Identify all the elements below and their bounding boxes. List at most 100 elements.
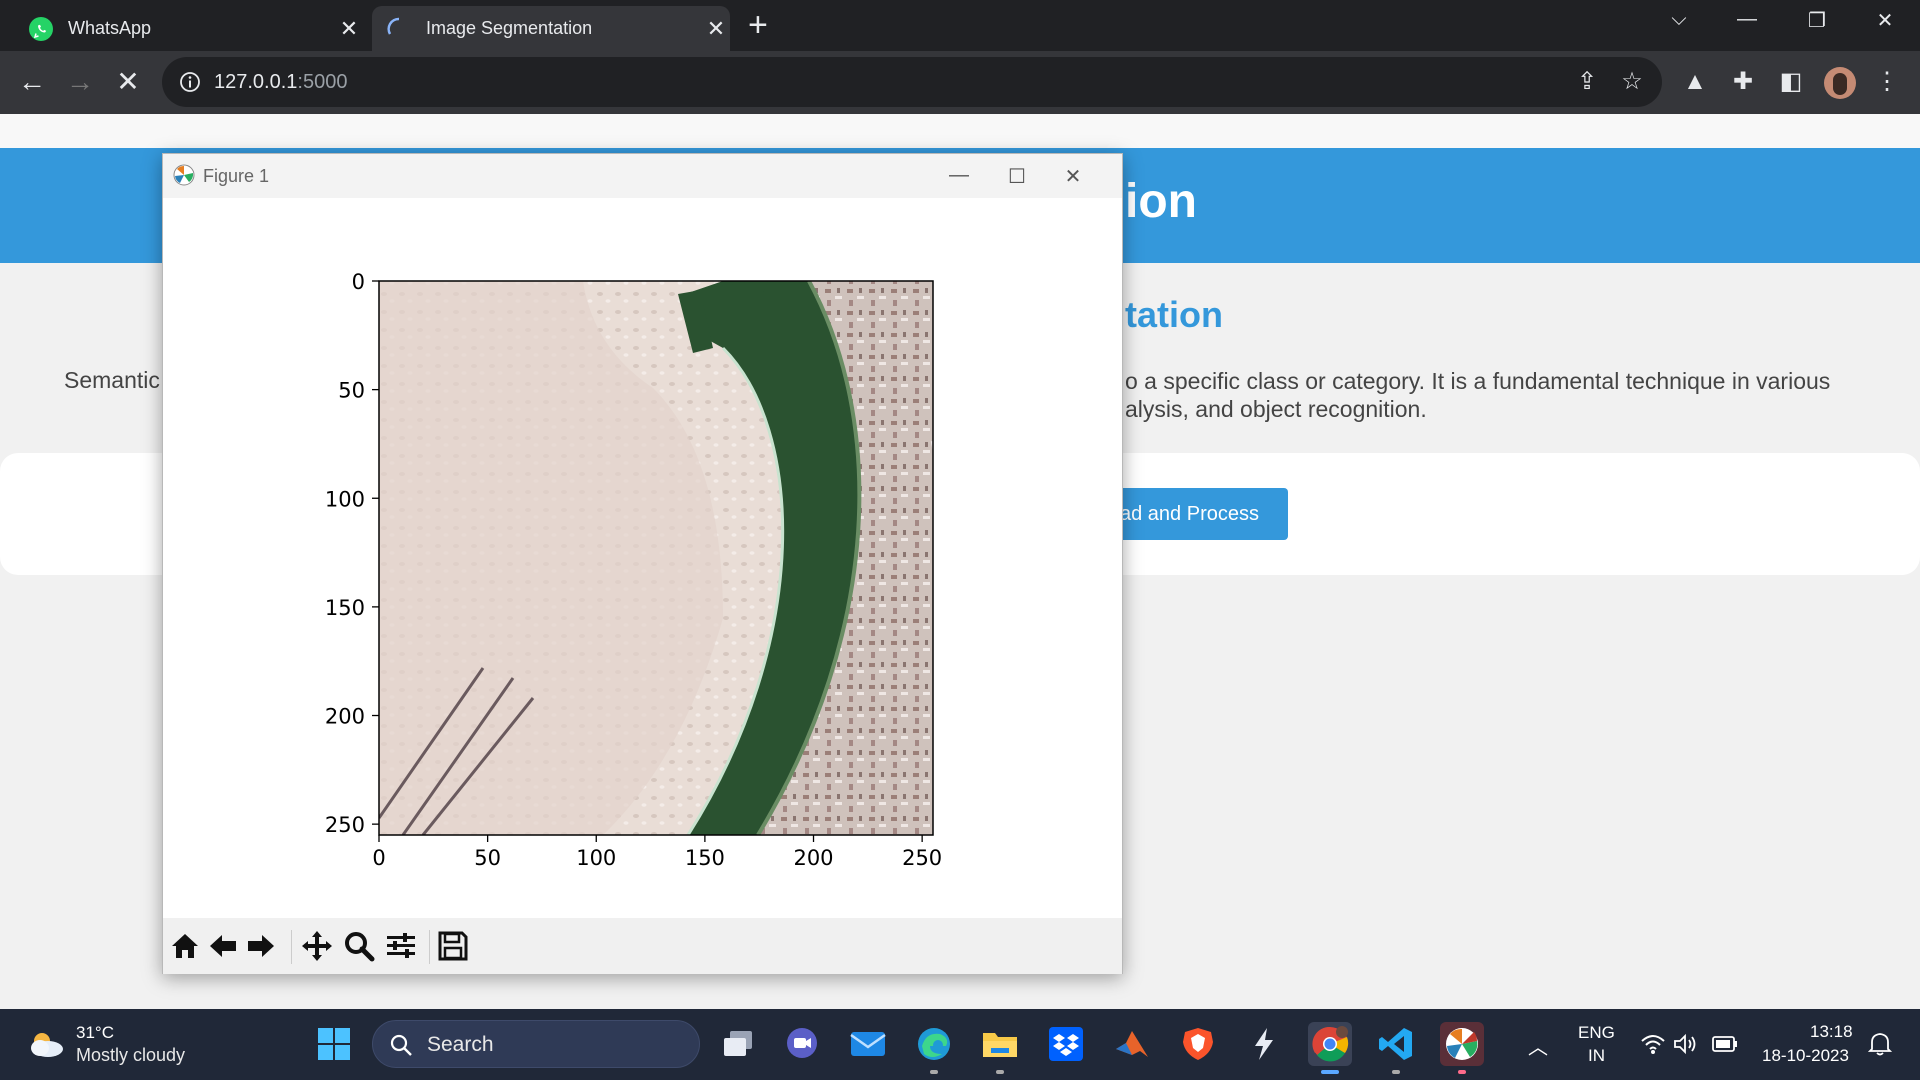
running-indicator [996,1070,1004,1074]
toolbar-separator [291,930,292,964]
browser-toolbar: ← → ✕ 127.0.0.1:5000 ⇪ ☆ ▲ ✚ ◧ ⋮ [0,51,1920,114]
wifi-icon[interactable] [1640,1033,1666,1060]
clock-time[interactable]: 13:18 [1810,1022,1853,1042]
tab-title: Image Segmentation [426,18,593,38]
close-window-icon[interactable]: ✕ [1865,8,1905,38]
pan-icon[interactable] [299,928,335,964]
back-arrow-icon[interactable]: ← [14,65,50,101]
upload-and-process-button[interactable]: ad and Process [1100,488,1288,540]
save-icon[interactable] [435,928,471,964]
page-title: ion [1125,175,1197,228]
weather-cloud-icon[interactable] [26,1029,66,1059]
section-heading: tation [1125,294,1223,335]
tab-image-segmentation[interactable]: Image Segmentation ✕ [372,6,730,51]
input-language[interactable]: ENG [1578,1023,1615,1043]
figure-close-icon[interactable]: ✕ [1051,164,1095,188]
chrome-browser-icon[interactable] [1308,1022,1352,1074]
site-info-icon[interactable] [178,70,202,94]
description-line: alysis, and object recognition. [1125,396,1427,422]
tab-title: WhatsApp [68,18,152,38]
stop-loading-icon[interactable]: ✕ [110,65,146,101]
volume-icon[interactable] [1673,1033,1699,1060]
description-text-right: o a specific class or category. It is a … [1125,367,1830,423]
new-tab-icon[interactable]: + [748,8,768,42]
figure-navigation-toolbar [163,918,1122,974]
figure-window[interactable]: Figure 1 — ☐ ✕ 0 50 100 150 200 250 0 50… [162,153,1123,974]
close-tab-icon[interactable]: ✕ [702,16,730,42]
notifications-icon[interactable] [1867,1031,1893,1062]
edge-browser-icon[interactable] [912,1022,956,1074]
extension-triangle-icon[interactable]: ▲ [1678,65,1712,99]
vscode-icon[interactable] [1374,1022,1418,1074]
tab-search-icon[interactable]: ⌵ [1659,8,1699,38]
figure-maximize-icon[interactable]: ☐ [995,164,1039,188]
y-tick-label: 0 [352,270,365,294]
brave-browser-icon[interactable] [1176,1022,1220,1066]
figure-minimize-icon[interactable]: — [937,164,981,188]
figure-title: Figure 1 [203,166,270,186]
y-axis: 0 50 100 150 200 250 [325,270,379,837]
description-text-left: Semantic [64,367,160,393]
url-host: 127.0.0.1 [214,71,298,93]
active-indicator [1321,1070,1339,1074]
profile-avatar[interactable] [1824,67,1856,99]
menu-kebab-icon[interactable]: ⋮ [1870,65,1904,99]
x-tick-label: 150 [685,846,725,870]
page-top-strip [0,114,1920,148]
home-icon[interactable] [167,928,203,964]
tab-whatsapp[interactable]: WhatsApp ✕ [18,6,363,51]
autohotkey-bolt-icon[interactable] [1242,1022,1286,1066]
x-axis: 0 50 100 150 200 250 [372,835,942,870]
matlab-icon[interactable] [1110,1022,1154,1066]
y-tick-label: 50 [338,379,365,403]
close-tab-icon[interactable]: ✕ [335,16,363,42]
search-icon [390,1034,412,1056]
minimize-icon[interactable]: — [1727,8,1767,38]
running-indicator [930,1070,938,1074]
mail-icon[interactable] [846,1022,890,1066]
file-explorer-icon[interactable] [978,1022,1022,1074]
teams-chat-icon[interactable] [780,1022,824,1066]
x-tick-label: 200 [793,846,833,870]
forward-arrow-icon[interactable]: → [62,65,98,101]
windows-taskbar: 31°C Mostly cloudy Search ︿ ENG IN 13:18… [0,1009,1920,1080]
figure-titlebar[interactable]: Figure 1 — ☐ ✕ [163,154,1122,198]
configure-subplots-icon[interactable] [383,928,419,964]
zoom-icon[interactable] [341,928,377,964]
description-line: o a specific class or category. It is a … [1125,368,1831,394]
active-indicator [1458,1070,1466,1074]
start-windows-icon[interactable] [312,1022,356,1066]
toolbar-separator [429,930,430,964]
x-tick-label: 0 [372,846,385,870]
clock-date[interactable]: 18-10-2023 [1762,1046,1849,1066]
url-text: 127.0.0.1:5000 [214,71,347,94]
dropbox-icon[interactable] [1044,1022,1088,1066]
y-tick-label: 150 [325,596,365,620]
task-view-icon[interactable] [716,1022,760,1066]
share-icon[interactable]: ⇪ [1570,65,1604,99]
x-tick-label: 250 [902,846,942,870]
running-indicator [1392,1070,1400,1074]
restore-icon[interactable]: ❐ [1797,8,1837,38]
tab-strip: WhatsApp ✕ Image Segmentation ✕ + ⌵ — ❐ … [0,0,1920,51]
weather-description[interactable]: Mostly cloudy [76,1045,185,1066]
y-tick-label: 200 [325,705,365,729]
matplotlib-figure-taskbar-icon[interactable] [1440,1022,1484,1074]
battery-icon[interactable] [1712,1035,1738,1058]
taskbar-search-box[interactable]: Search [372,1020,700,1068]
address-bar[interactable]: 127.0.0.1:5000 ⇪ ☆ [162,57,1662,107]
x-tick-label: 50 [474,846,501,870]
weather-temperature[interactable]: 31°C [76,1023,114,1043]
y-tick-label: 100 [325,487,365,511]
x-tick-label: 100 [576,846,616,870]
url-port: :5000 [297,71,348,93]
side-panel-icon[interactable]: ◧ [1774,65,1808,99]
extensions-puzzle-icon[interactable]: ✚ [1726,65,1760,99]
loading-spinner-icon [386,16,412,42]
back-icon[interactable] [205,928,241,964]
bookmark-star-icon[interactable]: ☆ [1615,65,1649,99]
forward-icon[interactable] [243,928,279,964]
show-hidden-icons-chevron-icon[interactable]: ︿ [1528,1031,1548,1060]
figure-canvas[interactable]: 0 50 100 150 200 250 0 50 100 150 200 250 [163,198,1122,918]
input-region[interactable]: IN [1588,1046,1605,1066]
